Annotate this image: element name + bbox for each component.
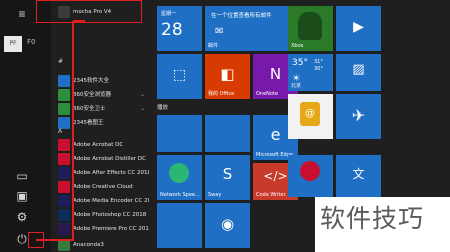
app-icon [58, 89, 70, 101]
speedometer-icon [169, 163, 189, 183]
sway-label: Sway [208, 192, 222, 198]
code-writer-label: Code Writer [256, 192, 286, 198]
calendar-day: 星期一 [161, 11, 177, 17]
acrobat-icon [58, 139, 70, 151]
weather-tile[interactable]: 35° 31° 30° ☀ 北京 [288, 54, 333, 91]
list-item[interactable]: Adobe Premiere Pro CC 2018 [51, 222, 153, 236]
app-list: mocha Pro V4 # 2345软件大全 360安全浏览器 ⌄ 360安全… [51, 0, 158, 252]
sway-tile[interactable]: S Sway [205, 155, 250, 200]
app-label: Adobe Premiere Pro CC 2018 [73, 226, 153, 232]
app-label: Adobe After Effects CC 2018 [73, 170, 151, 176]
blue-tile[interactable] [205, 115, 250, 152]
app-label: Adobe Media Encoder CC 2018 [73, 198, 159, 204]
onenote-label: OneNote [256, 91, 279, 97]
app-label: Adobe Creative Cloud [73, 184, 133, 190]
blue-tile[interactable] [157, 203, 202, 248]
app-label: 2345软件大全 [73, 78, 109, 84]
highlight-box-power [28, 232, 44, 248]
list-item[interactable]: Adobe Creative Cloud [51, 180, 149, 194]
app-label: 360安全浏览器 [73, 92, 111, 98]
highlight-line [72, 21, 74, 240]
document-icon[interactable]: ▭ [14, 168, 30, 184]
bird-icon: ✈ [351, 106, 366, 125]
lightbulb-tile[interactable]: ◉ [205, 203, 250, 248]
weather-low: 30° [314, 66, 323, 72]
weather-high: 31° [314, 59, 323, 65]
xbox-avatar-icon [298, 12, 322, 40]
at-symbol: @ [305, 108, 315, 119]
mail-title: 在一个位置查看所有邮件 [211, 13, 272, 19]
photoshop-icon [58, 209, 70, 221]
netease-tile[interactable] [288, 155, 333, 197]
app-label: 2345看图王 [73, 120, 104, 126]
after-effects-icon [58, 167, 70, 179]
app-label: Adobe Acrobat Distiller DC [73, 156, 146, 162]
weather-temp: 35° [292, 58, 308, 68]
calendar-tile[interactable]: 星期一 28 [157, 6, 202, 51]
start-menu: ≡ PF F0 ▭ ▣ ⚙ ⏻ mocha Pro V4 # 2345软件大全 … [0, 0, 450, 252]
app-label: Adobe Acrobat DC [73, 142, 124, 148]
translate-icon: 文 [352, 167, 365, 181]
chevron-down-icon[interactable]: ⌄ [140, 105, 145, 112]
media-encoder-icon [58, 195, 70, 207]
movies-tile[interactable]: ▶ [336, 6, 381, 51]
film-icon: ▶ [353, 19, 364, 35]
watermark: 软件技巧 [320, 204, 425, 233]
list-item[interactable]: Adobe Acrobat Distiller DC [51, 152, 149, 166]
start-rail: ≡ PF F0 ▭ ▣ ⚙ ⏻ [0, 0, 51, 252]
mail-tile[interactable]: 在一个位置查看所有邮件 ✉ 邮件 [205, 6, 298, 51]
office-label: 我的 Office [208, 91, 235, 97]
xbox-tile[interactable]: Xbox [288, 6, 333, 51]
network-speed-label: Network Spee... [160, 192, 200, 198]
mail-icon: ✉ [215, 26, 224, 37]
creative-cloud-icon [58, 181, 70, 193]
store-tile[interactable]: ⬚ [157, 54, 202, 99]
avatar[interactable]: PF [4, 36, 22, 52]
xbox-label: Xbox [291, 43, 304, 49]
picture-icon[interactable]: ▣ [14, 188, 30, 204]
blue-tile[interactable] [157, 115, 202, 152]
highlight-box-top [36, 0, 142, 23]
mail-label: 邮件 [208, 43, 219, 49]
gear-icon[interactable]: ⚙ [14, 209, 30, 225]
list-item[interactable]: Adobe Media Encoder CC 2018 [51, 194, 158, 208]
list-item[interactable]: Adobe Acrobat DC [51, 138, 149, 152]
photos-tile[interactable]: ▨ [336, 54, 381, 91]
rail-mini-label: F0 [27, 38, 36, 46]
app-icon [58, 75, 70, 87]
photo-icon: ▨ [352, 62, 365, 77]
lightbulb-icon: ◉ [220, 215, 235, 233]
premiere-icon [58, 223, 70, 235]
app-icon [58, 103, 70, 115]
app-label: Adobe Photoshop CC 2018 [73, 212, 147, 218]
list-item[interactable]: 360安全浏览器 ⌄ [51, 88, 149, 102]
section-letter-a[interactable]: A [58, 128, 62, 135]
translator-tile[interactable]: 文 [336, 155, 381, 197]
app-label: 360安全卫士 [73, 106, 106, 112]
list-item[interactable]: 360安全卫士 ⌄ [51, 102, 149, 116]
list-item[interactable]: 2345软件大全 [51, 74, 149, 88]
store-icon: ⬚ [172, 67, 187, 83]
netease-music-icon [300, 161, 320, 181]
sway-icon: S [222, 165, 233, 183]
list-item[interactable]: Adobe Photoshop CC 2018 [51, 208, 149, 222]
app-label: Anaconda3 [73, 242, 104, 248]
section-letter-number[interactable]: # [58, 58, 63, 65]
weather-city: 北京 [291, 83, 302, 89]
highlight-line [73, 20, 85, 22]
group-label-play: 播放 [157, 105, 169, 111]
acrobat-distiller-icon [58, 153, 70, 165]
list-item[interactable]: 2345看图王 [51, 116, 149, 130]
menu-icon[interactable]: ≡ [14, 6, 30, 22]
network-speed-tile[interactable]: Network Spee... [157, 155, 202, 200]
office-tile[interactable]: ◧ 我的 Office [205, 54, 250, 99]
chevron-down-icon[interactable]: ⌄ [140, 91, 145, 98]
bird-tile[interactable]: ✈ [336, 94, 381, 139]
list-item[interactable]: Adobe After Effects CC 2018 [51, 166, 151, 180]
calendar-date: 28 [161, 20, 183, 40]
lock-tile[interactable]: @ [288, 94, 333, 139]
office-icon: ◧ [220, 65, 235, 83]
